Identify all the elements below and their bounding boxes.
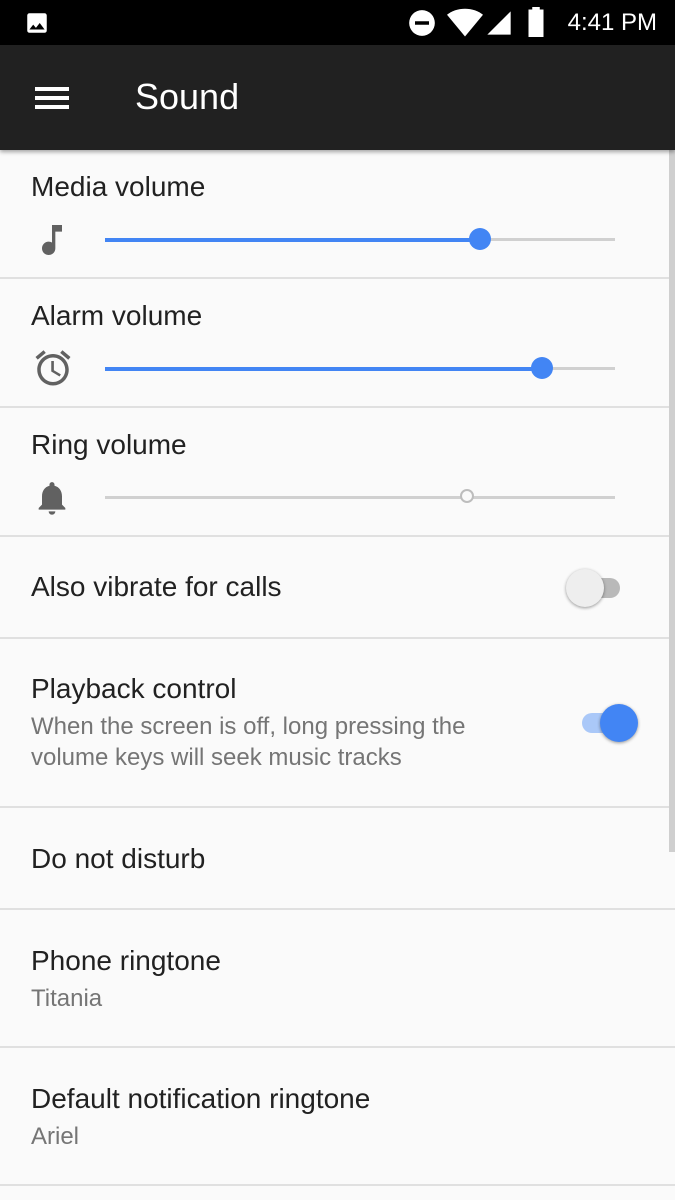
ring-volume-slider[interactable] <box>105 489 615 503</box>
vibrate-for-calls-switch-knob <box>566 569 604 607</box>
menu-icon <box>35 87 69 109</box>
playback-control-summary-line2: volume keys will seek music tracks <box>31 744 402 771</box>
alarm-volume-label: Alarm volume <box>31 300 203 331</box>
notification-ringtone-row[interactable]: Default notification ringtone Ariel <box>0 1048 675 1186</box>
vibrate-for-calls-row[interactable]: Also vibrate for calls <box>0 537 675 639</box>
battery-icon <box>528 7 544 37</box>
alarm-volume-row: Alarm volume <box>0 279 675 408</box>
media-volume-row: Media volume <box>0 150 675 279</box>
do-not-disturb-icon <box>409 10 435 36</box>
settings-list[interactable]: Media volume Alarm volume Ring volume Al… <box>0 150 675 1200</box>
alarm-clock-icon <box>35 350 71 386</box>
do-not-disturb-row[interactable]: Do not disturb <box>0 808 675 910</box>
ring-volume-slider-thumb[interactable] <box>452 489 485 503</box>
do-not-disturb-label: Do not disturb <box>31 843 206 874</box>
phone-ringtone-label: Phone ringtone <box>31 945 221 976</box>
ring-volume-row: Ring volume <box>0 408 675 537</box>
playback-control-row[interactable]: Playback control When the screen is off,… <box>0 639 675 808</box>
status-time: 4:41 PM <box>567 9 657 36</box>
app-toolbar: Sound <box>0 45 675 150</box>
alarm-volume-slider-thumb[interactable] <box>531 357 554 379</box>
media-volume-label: Media volume <box>31 171 206 202</box>
ring-volume-label: Ring volume <box>31 429 187 460</box>
scrollbar[interactable] <box>669 150 675 852</box>
phone-ringtone-value: Titania <box>31 985 103 1012</box>
status-bar: 4:41 PM <box>0 0 675 45</box>
alarm-volume-slider-fill <box>105 366 543 371</box>
notification-ringtone-value: Ariel <box>31 1123 80 1150</box>
media-volume-slider-thumb[interactable] <box>468 228 491 250</box>
playback-control-switch-knob <box>600 704 638 742</box>
image-icon <box>27 13 47 33</box>
playback-control-summary-line1: When the screen is off, long pressing th… <box>31 713 466 740</box>
cell-signal-icon <box>487 11 511 35</box>
page-title: Sound <box>135 76 240 117</box>
notification-ringtone-label: Default notification ringtone <box>31 1083 371 1114</box>
playback-control-switch[interactable] <box>578 701 638 742</box>
menu-button[interactable] <box>22 73 82 123</box>
media-volume-slider-fill <box>105 237 480 242</box>
wifi-icon <box>447 8 483 37</box>
vibrate-for-calls-switch[interactable] <box>566 566 630 607</box>
playback-control-label: Playback control <box>31 673 237 704</box>
music-note-icon <box>42 225 62 255</box>
phone-ringtone-row[interactable]: Phone ringtone Titania <box>0 910 675 1048</box>
bell-icon <box>38 482 66 515</box>
vibrate-for-calls-label: Also vibrate for calls <box>31 571 282 602</box>
alarm-volume-slider[interactable] <box>105 357 615 379</box>
media-volume-slider[interactable] <box>105 228 615 250</box>
